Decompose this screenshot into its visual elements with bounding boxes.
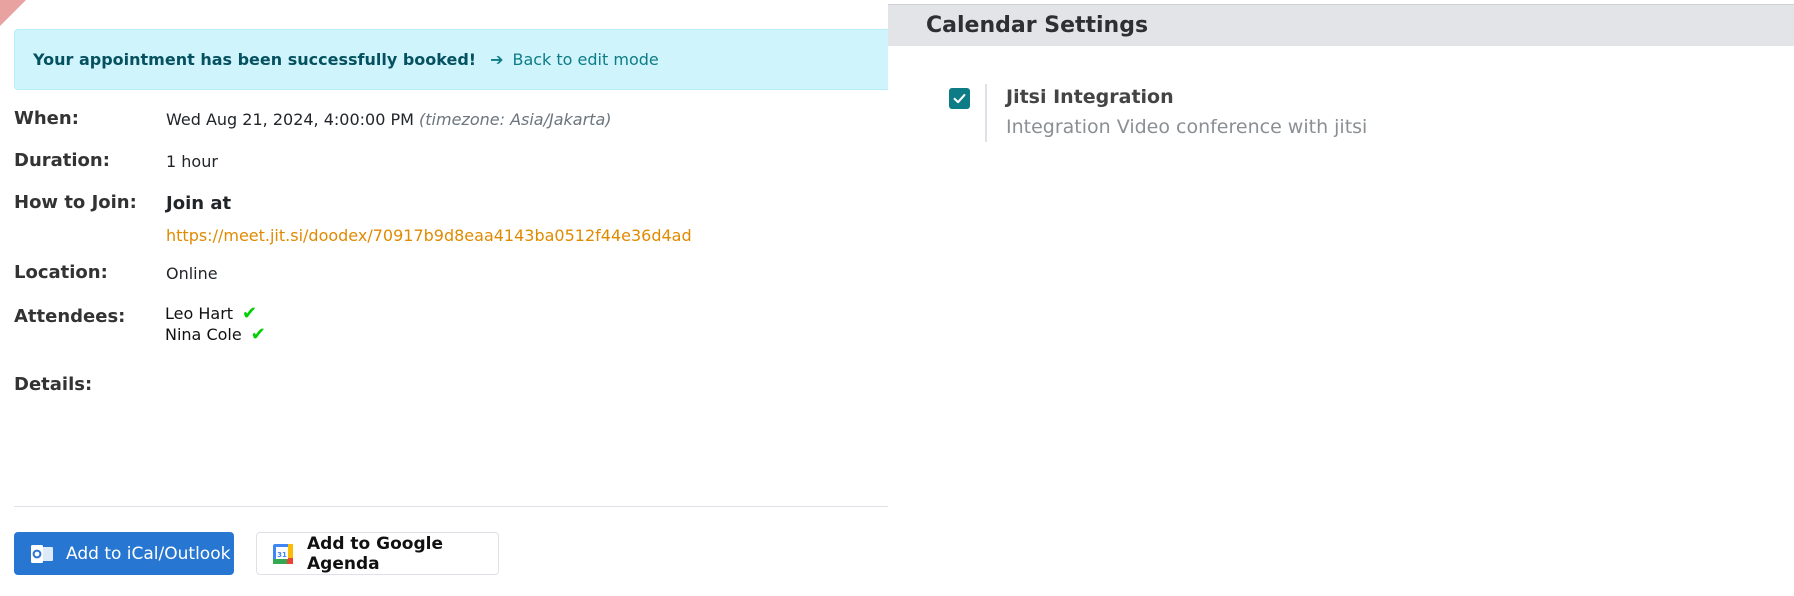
section-divider — [14, 506, 888, 507]
settings-title: Calendar Settings — [926, 13, 1149, 38]
attendee-name: Nina Cole — [165, 325, 242, 344]
setting-description: Integration Video conference with jitsi — [1006, 116, 1368, 138]
location-label: Location: — [14, 262, 108, 283]
duration-label: Duration: — [14, 150, 110, 171]
when-label: When: — [14, 108, 79, 129]
back-to-edit-link[interactable]: ➔ Back to edit mode — [490, 50, 659, 69]
add-to-google-label: Add to Google Agenda — [307, 533, 443, 574]
check-icon — [953, 94, 966, 104]
back-to-edit-label: Back to edit mode — [512, 50, 659, 69]
location-value: Online — [166, 264, 218, 283]
when-value: Wed Aug 21, 2024, 4:00:00 PM (timezone: … — [166, 110, 611, 129]
meeting-link[interactable]: https://meet.jit.si/doodex/70917b9d8eaa4… — [166, 226, 692, 245]
google-calendar-icon: 31 — [273, 543, 293, 564]
details-label: Details: — [14, 374, 93, 395]
duration-value: 1 hour — [166, 152, 218, 171]
outlook-icon — [30, 544, 54, 564]
calendar-settings-panel: Calendar Settings Jitsi Integration Inte… — [888, 0, 1794, 596]
attendee-item: Nina Cole ✔ — [165, 325, 266, 344]
how-to-join-label: How to Join: — [14, 192, 137, 213]
arrow-right-icon: ➔ — [490, 50, 504, 69]
add-to-ical-button[interactable]: Add to iCal/Outlook — [14, 532, 234, 575]
attendees-label: Attendees: — [14, 306, 126, 327]
svg-text:31: 31 — [277, 551, 287, 559]
join-at-title: Join at — [166, 193, 232, 214]
add-to-ical-label: Add to iCal/Outlook — [66, 543, 231, 564]
success-alert: Your appointment has been successfully b… — [14, 29, 888, 90]
setting-name: Jitsi Integration — [1006, 86, 1174, 108]
when-datetime: Wed Aug 21, 2024, 4:00:00 PM — [166, 110, 414, 129]
timezone-note: (timezone: Asia/Jakarta) — [419, 110, 612, 129]
jitsi-integration-checkbox[interactable] — [949, 88, 970, 109]
success-message: Your appointment has been successfully b… — [33, 50, 477, 69]
settings-header: Calendar Settings — [888, 4, 1794, 46]
add-to-google-agenda-button[interactable]: 31 Add to Google Agenda — [256, 532, 499, 575]
attendee-item: Leo Hart ✔ — [165, 304, 257, 323]
check-icon: ✔ — [242, 302, 258, 324]
setting-separator — [985, 84, 987, 142]
check-icon: ✔ — [250, 323, 266, 345]
jitsi-integration-setting: Jitsi Integration Integration Video conf… — [949, 84, 1649, 144]
appointment-confirmation-panel: Your appointment has been successfully b… — [0, 0, 888, 596]
attendee-name: Leo Hart — [165, 304, 234, 323]
